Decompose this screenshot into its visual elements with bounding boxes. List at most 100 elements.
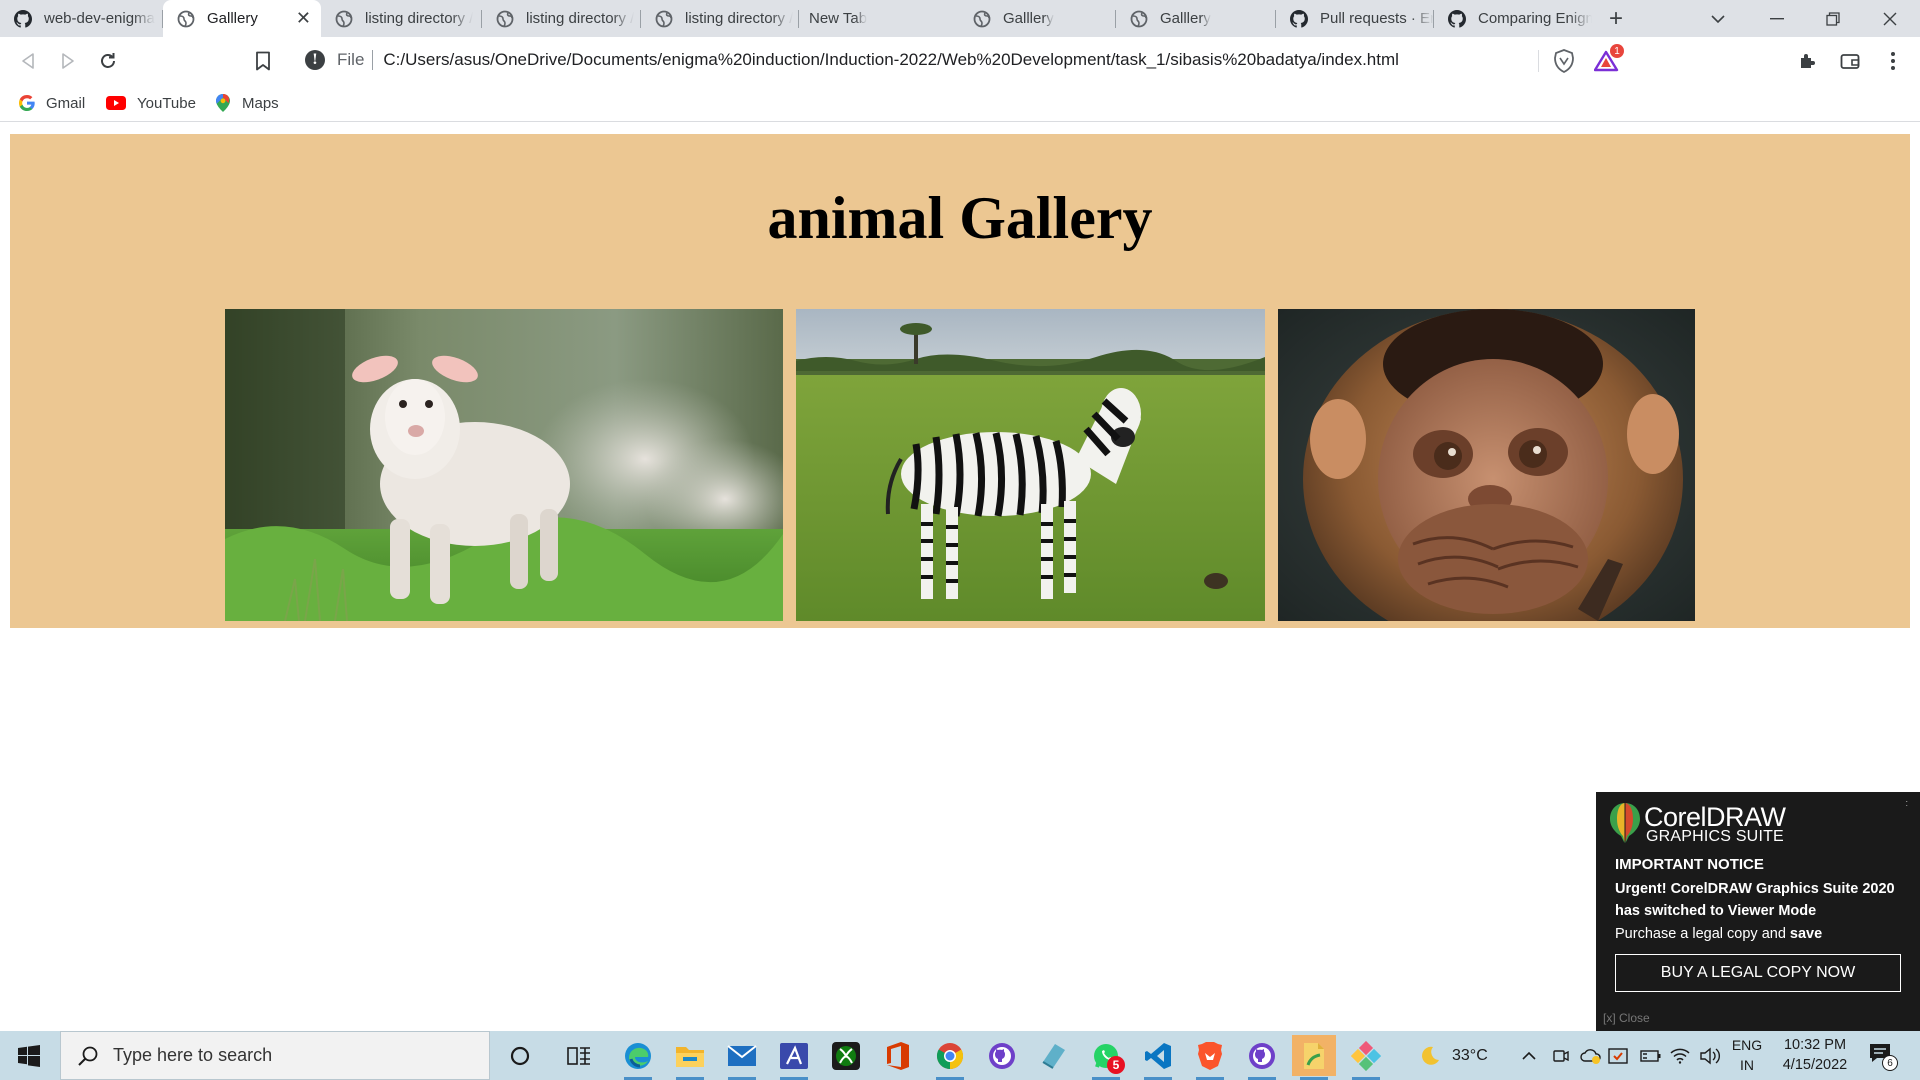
tab-pull-requests[interactable]: Pull requests · En (1276, 0, 1434, 37)
github-icon (14, 9, 32, 28)
office-app[interactable] (876, 1035, 920, 1076)
tab-gallery[interactable]: Galllery (959, 0, 1116, 37)
security-icon[interactable] (1608, 1031, 1628, 1080)
restore-button[interactable] (1805, 0, 1861, 37)
notice-heading: IMPORTANT NOTICE (1615, 856, 1764, 873)
reload-button[interactable] (95, 48, 121, 74)
bookmarks-bar: Gmail YouTube Maps (0, 84, 1920, 122)
tab-gallery-active[interactable]: Galllery ✕ (163, 0, 321, 37)
bookmark-label: Gmail (46, 94, 86, 112)
tab-web-dev-enigma[interactable]: web-dev-enigma (0, 0, 163, 37)
weather-widget[interactable]: 33°C (1418, 1031, 1488, 1080)
snipping-app[interactable] (1344, 1035, 1388, 1080)
extensions-icon[interactable] (1794, 48, 1820, 74)
reload-icon (101, 53, 115, 68)
back-button[interactable] (15, 48, 41, 74)
close-tab-icon[interactable]: ✕ (296, 8, 311, 29)
purchase-bold: save (1789, 926, 1823, 942)
meet-now-icon[interactable] (1552, 1031, 1570, 1080)
coreldraw-app-icon (1304, 1042, 1324, 1069)
windows-taskbar: Type here to search 5 33°C ENG IN 10:32 … (0, 1031, 1920, 1080)
rewards-badge: 1 (1610, 44, 1624, 58)
notification-count: 6 (1882, 1055, 1898, 1071)
onedrive-icon[interactable] (1580, 1031, 1602, 1080)
dismiss-dot-icon[interactable]: : (1905, 798, 1908, 808)
site-info-icon[interactable]: ! (305, 50, 325, 70)
bookmark-gmail[interactable]: Gmail (18, 92, 85, 114)
math-app-icon (780, 1042, 808, 1069)
brave-icon (1198, 1041, 1222, 1070)
close-window-button[interactable] (1862, 0, 1918, 37)
chrome-icon (936, 1042, 964, 1069)
buy-legal-copy-button[interactable]: BUY A LEGAL COPY NOW (1615, 954, 1901, 992)
action-center-button[interactable]: 6 (1868, 1041, 1902, 1071)
wifi-icon[interactable] (1670, 1031, 1690, 1080)
start-button[interactable] (0, 1031, 58, 1080)
new-tab-button[interactable]: + (1600, 4, 1632, 34)
page-title: animal Gallery (767, 185, 1153, 251)
clock-time: 10:32 PM (1783, 1037, 1847, 1053)
xbox-app[interactable] (824, 1035, 868, 1076)
github-desktop-app[interactable] (980, 1035, 1024, 1076)
system-clock[interactable]: 10:32 PM 4/15/2022 (1760, 1035, 1870, 1075)
tab-comparing[interactable]: Comparing Enigm (1434, 0, 1592, 37)
whatsapp-app[interactable]: 5 (1084, 1035, 1128, 1080)
globe-icon (973, 10, 991, 28)
purchase-prefix: Purchase a legal copy and (1615, 926, 1790, 942)
search-icon (78, 1046, 98, 1066)
vscode-icon (1145, 1042, 1171, 1069)
url-text[interactable]: C:/Users/asus/OneDrive/Documents/enigma%… (383, 50, 1399, 70)
wallet-icon[interactable] (1837, 48, 1863, 74)
taskbar-search-box[interactable]: Type here to search (60, 1031, 490, 1080)
file-explorer-app[interactable] (668, 1035, 712, 1080)
moon-icon (1422, 1046, 1439, 1065)
browser-toolbar: ! File C:/Users/asus/OneDrive/Documents/… (0, 37, 1920, 84)
tab-gallery[interactable]: Galllery (1116, 0, 1276, 37)
brave-app[interactable] (1188, 1035, 1232, 1080)
vscode-app[interactable] (1136, 1035, 1180, 1080)
tab-listing-directory[interactable]: listing directory / (482, 0, 641, 37)
brand-subtitle: GRAPHICS SUITE (1646, 828, 1784, 845)
chrome-app[interactable] (928, 1035, 972, 1080)
bookmark-button[interactable] (250, 48, 276, 74)
tab-search-chevron-icon[interactable] (1690, 0, 1746, 37)
tab-listing-directory[interactable]: listing directory / (641, 0, 799, 37)
brave-rewards-icon[interactable]: 1 (1594, 44, 1624, 74)
volume-icon[interactable] (1699, 1031, 1721, 1080)
coreldraw-taskbar-app[interactable] (1292, 1035, 1336, 1080)
battery-icon[interactable] (1640, 1031, 1662, 1080)
notes-app[interactable] (1032, 1035, 1076, 1076)
tab-title: web-dev-enigma (44, 10, 155, 27)
tab-title: listing directory / (365, 10, 474, 27)
youtube-icon (105, 94, 127, 112)
google-icon (18, 94, 36, 112)
brave-shields-icon[interactable] (1551, 48, 1577, 74)
edge-app[interactable] (616, 1035, 660, 1080)
tab-listing-directory[interactable]: listing directory / (321, 0, 482, 37)
tab-new-tab[interactable]: New Tab (799, 0, 959, 37)
globe-icon (496, 10, 514, 28)
mail-icon (727, 1044, 757, 1066)
forward-arrow-icon (62, 53, 74, 69)
menu-icon[interactable] (1880, 48, 1906, 74)
show-hidden-icons-button[interactable] (1521, 1031, 1537, 1080)
forward-button[interactable] (55, 48, 81, 74)
clock-date: 4/15/2022 (1782, 1057, 1848, 1073)
task-view-button[interactable] (557, 1035, 601, 1076)
tab-title: New Tab (809, 10, 868, 27)
address-bar[interactable]: ! File C:/Users/asus/OneDrive/Documents/… (296, 41, 1630, 79)
bookmark-youtube[interactable]: YouTube (105, 92, 196, 114)
minimize-button[interactable] (1749, 0, 1805, 37)
cortana-button[interactable] (498, 1035, 542, 1076)
windows-logo-icon (18, 1044, 40, 1067)
colorful-app-icon (1351, 1040, 1381, 1071)
math-app[interactable] (772, 1035, 816, 1080)
close-notice-link[interactable]: [x] Close (1603, 1011, 1650, 1025)
mail-app[interactable] (720, 1035, 764, 1080)
back-arrow-icon (22, 53, 34, 69)
bookmark-label: YouTube (137, 94, 196, 112)
bookmark-maps[interactable]: Maps (214, 92, 279, 114)
whatsapp-badge: 5 (1107, 1056, 1125, 1074)
github-desktop-app-2[interactable] (1240, 1035, 1284, 1080)
github-icon (1448, 9, 1466, 28)
